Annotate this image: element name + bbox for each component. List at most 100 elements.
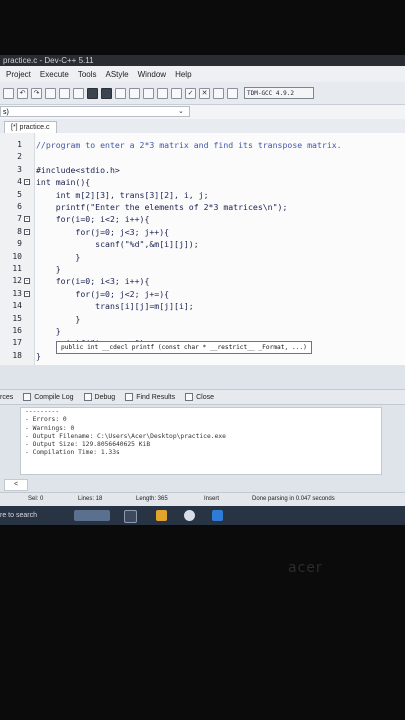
new-project-icon[interactable] <box>143 87 154 99</box>
code-text: int main(){ <box>36 177 91 188</box>
goto-icon[interactable] <box>73 87 84 99</box>
undo-icon[interactable]: ↶ <box>17 87 28 99</box>
code-line[interactable]: 3 #include<stdio.h> <box>0 164 405 176</box>
code-line[interactable]: 13- for(j=0; j<2; j+=){ <box>0 288 405 300</box>
taskbar: re to search <box>0 506 405 525</box>
close-button[interactable]: Close <box>185 393 214 401</box>
fold-toggle-icon[interactable]: - <box>24 216 30 223</box>
compile-run-icon[interactable] <box>115 87 126 99</box>
compile-log: --------- - Errors: 0 - Warnings: 0 - Ou… <box>20 407 382 475</box>
menu-astyle[interactable]: AStyle <box>106 70 129 79</box>
code-text: for(i=0; i<3; i++){ <box>36 276 150 287</box>
chart-icon[interactable] <box>213 87 224 99</box>
code-line[interactable]: 14 trans[i][j]=m[j][i]; <box>0 300 405 312</box>
photo-top-dark-area <box>0 0 405 55</box>
line-number: 10 <box>12 251 22 261</box>
bottom-panel-tabs: rces Compile Log Debug Find Results Clos… <box>0 389 405 405</box>
menu-help[interactable]: Help <box>175 70 191 79</box>
replace-icon[interactable] <box>59 87 70 99</box>
line-number: 18 <box>12 350 22 360</box>
code-text: printf("Enter the elements of 2*3 matric… <box>36 202 288 212</box>
code-text: } <box>36 313 81 324</box>
tab-resources[interactable]: rces <box>0 394 13 401</box>
code-text: for(j=0; j<3; j++){ <box>36 226 170 237</box>
code-line[interactable]: 6 printf("Enter the elements of 2*3 matr… <box>0 201 405 213</box>
code-text: } <box>36 264 61 274</box>
code-line[interactable]: 8- for(j=0; j<3; j++){ <box>0 226 405 238</box>
devcpp-taskbar-icon[interactable] <box>74 510 110 521</box>
chevron-down-icon[interactable]: ⌄ <box>178 107 184 115</box>
code-line[interactable]: 12- for(i=0; i<3; i++){ <box>0 275 405 287</box>
taskbar-search[interactable]: re to search <box>0 509 37 522</box>
code-line[interactable]: 5 int m[2][3], trans[3][2], i, j; <box>0 189 405 201</box>
code-line[interactable]: 1 //program to enter a 2*3 matrix and fin… <box>0 139 405 151</box>
rebuild-icon[interactable] <box>129 87 140 99</box>
compiler-select[interactable]: TDM-GCC 4.9.2 <box>244 87 314 99</box>
compile-log-icon <box>23 393 32 401</box>
menu-project[interactable]: Project <box>6 70 31 79</box>
check-icon[interactable]: ✓ <box>185 87 196 99</box>
new-class-icon[interactable] <box>157 87 168 99</box>
line-number: 15 <box>12 313 22 323</box>
code-text: //program to enter a 2*3 matrix and find… <box>36 140 342 150</box>
log-line: - Warnings: 0 <box>25 424 75 432</box>
code-text: for(j=0; j<2; j+=){ <box>36 288 170 299</box>
code-line[interactable]: 4- int main(){ <box>0 176 405 188</box>
line-number: 12 <box>12 276 22 286</box>
chrome-icon[interactable] <box>184 510 195 521</box>
status-sel: Sel: 0 <box>28 496 44 502</box>
menu-bar: Project Execute Tools AStyle Window Help <box>0 66 405 82</box>
line-number: 4 <box>17 177 22 187</box>
code-text: } <box>36 326 61 336</box>
fold-toggle-icon[interactable]: - <box>24 290 30 297</box>
tab-find-results[interactable]: Find Results <box>125 393 175 401</box>
menu-execute[interactable]: Execute <box>40 70 69 79</box>
monitor-bezel <box>0 525 405 720</box>
find-results-icon <box>125 393 134 401</box>
tab-compile-log[interactable]: Compile Log <box>23 393 74 401</box>
line-number: 1 <box>17 140 22 149</box>
status-bar: Sel: 0 Lines: 18 Length: 365 Insert Done… <box>0 492 405 506</box>
log-line: - Output Filename: C:\Users\Acer\Desktop… <box>25 432 226 440</box>
log-nav-button[interactable]: < <box>4 479 28 491</box>
debug-icon[interactable] <box>227 87 238 99</box>
fold-toggle-icon[interactable]: - <box>24 179 30 186</box>
menu-window[interactable]: Window <box>138 70 166 79</box>
code-editor[interactable]: 1 //program to enter a 2*3 matrix and fin… <box>0 133 405 365</box>
code-line[interactable]: 15 } <box>0 313 405 325</box>
code-line[interactable]: 9 scanf("%d",&m[i][j]); <box>0 238 405 250</box>
cancel-icon[interactable]: ✕ <box>199 87 210 99</box>
code-line[interactable]: 7- for(i=0; i<2; i++){ <box>0 213 405 225</box>
scope-select[interactable]: s) <box>0 106 190 117</box>
code-text: #include<stdio.h> <box>36 164 120 175</box>
store-icon[interactable] <box>212 510 223 521</box>
code-text: int m[2][3], trans[3][2], i, j; <box>36 189 209 200</box>
redo-icon[interactable]: ↷ <box>31 87 42 99</box>
line-number: 16 <box>12 326 22 335</box>
code-line[interactable]: 2 <box>0 151 405 163</box>
debug-check-icon <box>83 393 92 401</box>
line-number: 8 <box>17 226 22 236</box>
fold-toggle-icon[interactable]: - <box>24 278 30 285</box>
print-icon[interactable] <box>3 87 14 99</box>
file-explorer-icon[interactable] <box>156 510 167 521</box>
code-text: scanf("%d",&m[i][j]); <box>36 239 199 250</box>
status-lines: Lines: 18 <box>78 496 103 502</box>
close-icon <box>185 393 194 401</box>
fold-toggle-icon[interactable]: - <box>24 228 30 235</box>
compile-icon[interactable] <box>87 87 98 99</box>
line-number: 6 <box>17 202 22 211</box>
code-text: trans[i][j]=m[j][i]; <box>36 301 194 312</box>
code-line[interactable]: 10 } <box>0 251 405 263</box>
toggle-icon[interactable] <box>171 87 182 99</box>
find-icon[interactable] <box>45 87 56 99</box>
code-line[interactable]: 16 } <box>0 325 405 337</box>
window-title: practice.c - Dev-C++ 5.11 <box>0 55 405 66</box>
code-line[interactable]: 11 } <box>0 263 405 275</box>
tab-debug[interactable]: Debug <box>83 393 115 401</box>
task-view-icon[interactable] <box>124 510 137 523</box>
line-number: 14 <box>12 301 22 311</box>
menu-tools[interactable]: Tools <box>78 70 97 79</box>
log-line: - Compilation Time: 1.33s <box>25 449 120 457</box>
run-icon[interactable] <box>101 87 112 99</box>
